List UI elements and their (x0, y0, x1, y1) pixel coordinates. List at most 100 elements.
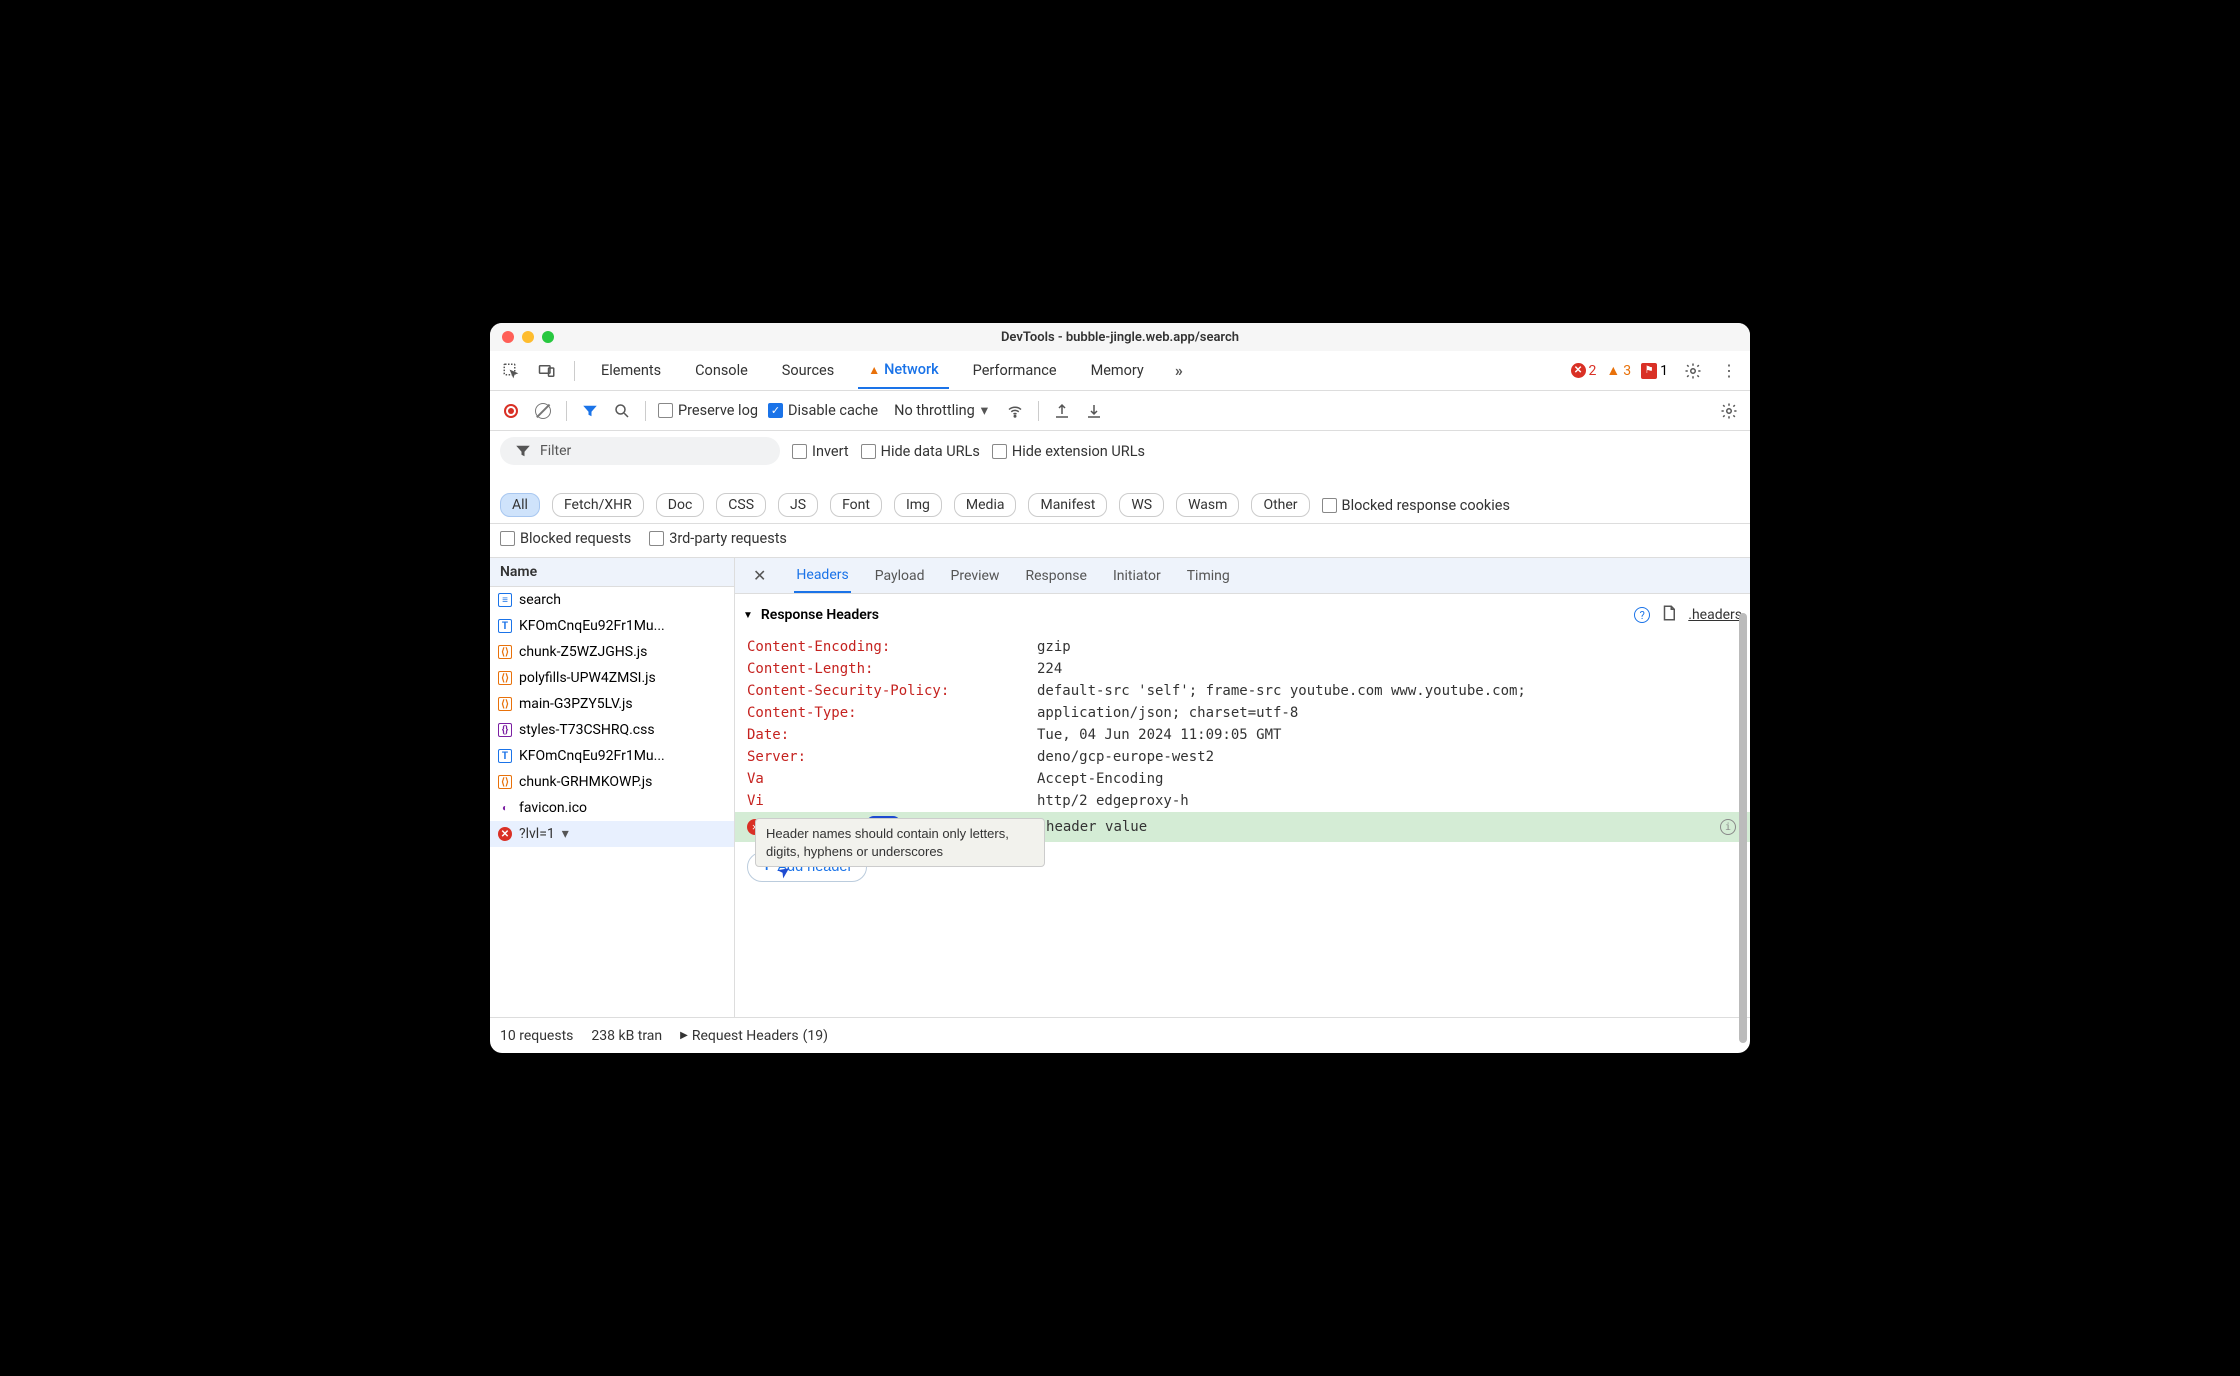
detail-pane: ✕ Headers Payload Preview Response Initi… (735, 558, 1750, 1017)
pill-img[interactable]: Img (894, 493, 942, 517)
request-name: chunk-Z5WZJGHS.js (519, 644, 647, 660)
invert-checkbox[interactable]: Invert (792, 443, 849, 460)
network-toolbar: Preserve log ✓Disable cache No throttlin… (490, 391, 1750, 431)
dtab-payload[interactable]: Payload (873, 560, 927, 592)
section-title: Response Headers (761, 607, 879, 623)
dtab-timing[interactable]: Timing (1185, 560, 1232, 592)
dtab-preview[interactable]: Preview (949, 560, 1002, 592)
titlebar: DevTools - bubble-jingle.web.app/search (490, 323, 1750, 351)
tab-console[interactable]: Console (685, 353, 758, 388)
record-icon[interactable] (500, 400, 522, 422)
pill-media[interactable]: Media (954, 493, 1017, 517)
blocked-cookies-checkbox[interactable]: Blocked response cookies (1322, 497, 1510, 514)
settings-gear-icon[interactable] (1718, 400, 1740, 422)
download-icon[interactable] (1083, 400, 1105, 422)
request-name: KFOmCnqEu92Fr1Mu... (519, 618, 665, 634)
request-row[interactable]: T KFOmCnqEu92Fr1Mu... (490, 613, 734, 639)
status-badges[interactable]: ✕2 ▲3 ⚑1 (1571, 362, 1668, 379)
dtab-initiator[interactable]: Initiator (1111, 560, 1163, 592)
search-icon[interactable] (611, 400, 633, 422)
request-row[interactable]: ⟨⟩chunk-GRHMKOWP.js (490, 769, 734, 795)
pill-js[interactable]: JS (778, 493, 818, 517)
request-row[interactable]: {}styles-T73CSHRQ.css (490, 717, 734, 743)
pill-ws[interactable]: WS (1119, 493, 1164, 517)
tab-sources[interactable]: Sources (772, 353, 844, 388)
header-value: default-src 'self'; frame-src youtube.co… (1037, 683, 1526, 699)
header-value: deno/gcp-europe-west2 (1037, 749, 1214, 765)
pill-manifest[interactable]: Manifest (1028, 493, 1107, 517)
header-row: VaAccept-Encoding (747, 768, 1738, 790)
dtab-headers[interactable]: Headers (794, 559, 850, 593)
request-row[interactable]: TKFOmCnqEu92Fr1Mu... (490, 743, 734, 769)
font-icon: T (498, 619, 512, 633)
request-row[interactable]: ✕?lvl=1 (490, 821, 734, 847)
help-icon[interactable]: ? (1634, 607, 1650, 623)
dtab-response[interactable]: Response (1023, 560, 1089, 592)
status-bar: 10 requests 238 kB tran ▶Request Headers… (490, 1017, 1750, 1053)
js-icon: ⟨⟩ (498, 645, 512, 659)
scrollbar[interactable] (1739, 613, 1747, 1043)
headers-file-link[interactable]: .headers (1688, 607, 1742, 623)
disable-cache-checkbox[interactable]: ✓Disable cache (768, 402, 878, 419)
filter-bar: Filter Invert Hide data URLs Hide extens… (490, 431, 1750, 524)
header-value: application/json; charset=utf-8 (1037, 705, 1298, 721)
pill-all[interactable]: All (500, 493, 540, 517)
third-party-checkbox[interactable]: 3rd-party requests (649, 530, 787, 547)
pill-fetch[interactable]: Fetch/XHR (552, 493, 644, 517)
hide-data-checkbox[interactable]: Hide data URLs (861, 443, 980, 460)
header-name: Content-Length: (747, 661, 1037, 677)
request-name: KFOmCnqEu92Fr1Mu... (519, 748, 665, 764)
header-value: Tue, 04 Jun 2024 11:09:05 GMT (1037, 727, 1281, 743)
disclosure-triangle-icon: ▼ (743, 610, 753, 621)
warning-count: 3 (1623, 363, 1631, 379)
header-value: Accept-Encoding (1037, 771, 1163, 787)
request-headers-section[interactable]: ▶Request Headers (19) (680, 1028, 828, 1044)
pill-wasm[interactable]: Wasm (1176, 493, 1239, 517)
more-tabs-icon[interactable]: » (1168, 360, 1190, 382)
info-icon[interactable]: i (1720, 819, 1736, 835)
request-name: favicon.ico (519, 800, 587, 816)
header-row: Content-Encoding:gzip (747, 636, 1738, 658)
request-row[interactable]: ◐favicon.ico (490, 795, 734, 821)
hide-ext-checkbox[interactable]: Hide extension URLs (992, 443, 1145, 460)
request-name: ?lvl=1 (519, 826, 555, 842)
pill-doc[interactable]: Doc (656, 493, 705, 517)
tab-performance[interactable]: Performance (963, 353, 1067, 388)
request-row[interactable]: ⟨⟩polyfills-UPW4ZMSI.js (490, 665, 734, 691)
file-icon[interactable] (1660, 604, 1678, 626)
request-row[interactable]: ⟨⟩ chunk-Z5WZJGHS.js (490, 639, 734, 665)
tab-network[interactable]: Network (858, 352, 948, 389)
pill-other[interactable]: Other (1251, 493, 1309, 517)
header-row: Content-Security-Policy:default-src 'sel… (747, 680, 1738, 702)
header-name: Content-Security-Policy: (747, 683, 1037, 699)
tab-elements[interactable]: Elements (591, 353, 671, 388)
inspect-icon[interactable] (500, 360, 522, 382)
throttling-select[interactable]: No throttling (888, 400, 994, 421)
upload-icon[interactable] (1051, 400, 1073, 422)
header-value: gzip (1037, 639, 1071, 655)
pill-css[interactable]: CSS (716, 493, 766, 517)
gear-icon[interactable] (1682, 360, 1704, 382)
main-tabs-bar: Elements Console Sources Network Perform… (490, 351, 1750, 391)
divider (574, 361, 575, 381)
response-headers-section[interactable]: ▼ Response Headers ? .headers (735, 594, 1750, 636)
filter-input[interactable]: Filter (500, 437, 780, 465)
request-name: search (519, 592, 561, 608)
request-row[interactable]: ⟨⟩main-G3PZY5LV.js (490, 691, 734, 717)
blocked-req-checkbox[interactable]: Blocked requests (500, 530, 631, 547)
preserve-log-checkbox[interactable]: Preserve log (658, 402, 758, 419)
wifi-icon[interactable] (1004, 400, 1026, 422)
filter-icon[interactable] (579, 400, 601, 422)
clear-icon[interactable] (532, 400, 554, 422)
kebab-icon[interactable]: ⋮ (1718, 360, 1740, 382)
name-column-header[interactable]: Name (490, 558, 734, 587)
header-row: Content-Length:224 (747, 658, 1738, 680)
header-value-input[interactable]: header value (1046, 819, 1147, 835)
close-icon[interactable]: ✕ (747, 566, 772, 585)
request-row[interactable]: ≡search (490, 587, 734, 613)
window-title: DevTools - bubble-jingle.web.app/search (490, 330, 1750, 345)
device-icon[interactable] (536, 360, 558, 382)
header-row: Server:deno/gcp-europe-west2 (747, 746, 1738, 768)
tab-memory[interactable]: Memory (1081, 353, 1154, 388)
pill-font[interactable]: Font (830, 493, 882, 517)
